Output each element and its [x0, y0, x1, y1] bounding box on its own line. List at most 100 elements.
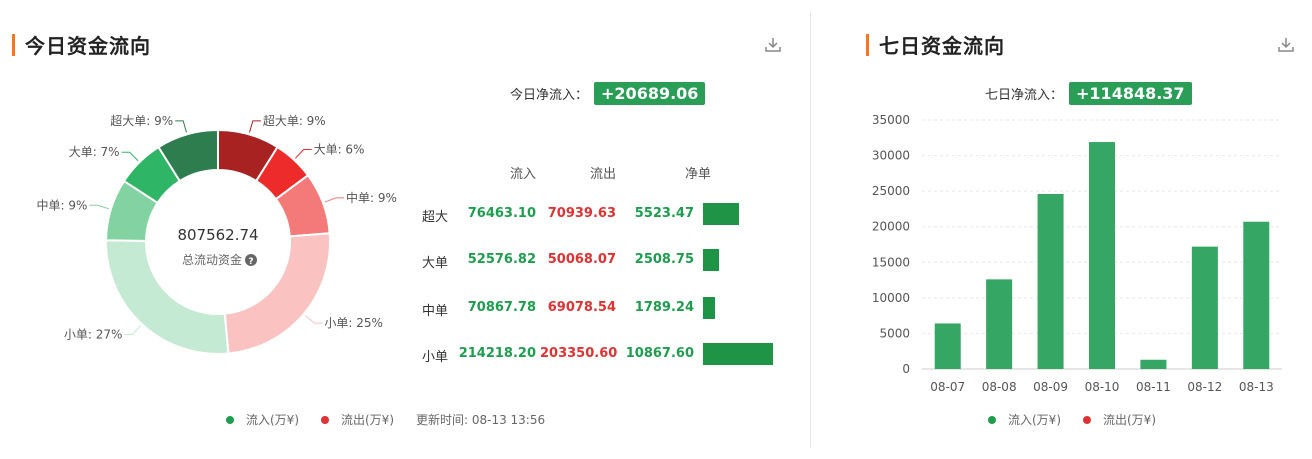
slice-label-line	[304, 315, 323, 324]
row-inflow: 52576.82	[467, 252, 536, 267]
y-tick-label: 5000	[879, 326, 910, 340]
y-tick-label: 10000	[872, 291, 910, 305]
x-tick-label: 08-09	[1033, 380, 1068, 394]
row-net: 5523.47	[634, 206, 694, 221]
header-net: 净单	[685, 167, 712, 182]
seven-day-bar-chart: 0 5000 10000 15000 20000 25000 30000 35000 08-07…	[872, 113, 1282, 394]
seven-day-title-text: 七日资金流向	[879, 34, 1005, 58]
x-tick-label: 08-11	[1136, 380, 1171, 394]
slice-label-line	[121, 151, 139, 162]
x-tick-label: 08-12	[1187, 380, 1222, 394]
legend-outflow-label: 流出(万¥)	[341, 413, 394, 427]
today-donut-chart: 超大单: 9% 大单: 6% 中单: 9% 小单: 25% 小单: 27% 中单: 9% 大…	[37, 113, 397, 355]
y-tick-label: 20000	[872, 220, 910, 234]
row-net-bar	[703, 203, 739, 225]
today-net-label: 今日净流入：	[510, 88, 589, 103]
slice-label: 中单: 9%	[346, 190, 397, 205]
help-icon[interactable]: ?	[245, 254, 257, 267]
seven-day-net-value: +114848.37	[1069, 82, 1192, 105]
outflow-dot-icon	[1083, 415, 1091, 424]
x-tick-label: 08-13	[1239, 380, 1274, 394]
slice-label-line	[124, 325, 141, 335]
row-label: 小单	[422, 350, 449, 365]
legend-outflow[interactable]: 流出(万¥)	[321, 411, 394, 428]
bar[interactable]	[1243, 221, 1270, 369]
slice-label: 超大单: 9%	[263, 113, 326, 128]
panel-divider	[810, 12, 811, 448]
bar[interactable]	[1140, 359, 1167, 369]
row-inflow: 70867.78	[467, 300, 536, 315]
download-icon[interactable]	[1277, 36, 1295, 54]
row-outflow: 70939.63	[547, 206, 616, 221]
row-label: 超大	[422, 210, 449, 225]
inflow-dot-icon	[226, 415, 234, 424]
seven-day-net-label: 七日净流入：	[985, 88, 1064, 103]
slice-label-line	[295, 149, 312, 159]
donut-slice[interactable]	[223, 232, 331, 355]
row-net-bar	[703, 249, 720, 271]
row-net: 10867.60	[625, 346, 694, 361]
svg-text:?: ?	[248, 257, 253, 267]
donut-center-value: 807562.74	[177, 226, 258, 244]
slice-label: 超大单: 9%	[110, 113, 173, 128]
inflow-dot-icon	[988, 415, 996, 424]
legend-outflow-label: 流出(万¥)	[1103, 413, 1156, 427]
title-accent-bar	[866, 33, 869, 56]
row-net-bar	[703, 297, 715, 319]
slice-label-line	[324, 197, 345, 203]
row-net: 1789.24	[634, 300, 694, 315]
slice-label: 小单: 25%	[324, 316, 383, 330]
slice-label: 大单: 7%	[69, 145, 120, 159]
y-tick-label: 25000	[872, 184, 910, 198]
y-tick-label: 35000	[872, 113, 910, 127]
row-outflow: 203350.60	[540, 346, 618, 361]
bar[interactable]	[1037, 193, 1064, 369]
y-tick-label: 0	[902, 362, 910, 376]
today-fund-flow-panel: 今日资金流向 今日净流入： +20689.06 超大单: 9% 大单: 6% 中单:…	[0, 0, 810, 459]
today-net-value: +20689.06	[594, 82, 706, 105]
update-time-text: 更新时间: 08-13 13:56	[416, 413, 546, 427]
today-legend: 流入(万¥) 流出(万¥) 更新时间: 08-13 13:56	[226, 411, 567, 428]
slice-label-line	[175, 120, 187, 133]
download-icon[interactable]	[764, 36, 782, 54]
header-outflow: 流出	[590, 167, 617, 182]
legend-outflow[interactable]: 流出(万¥)	[1083, 411, 1156, 428]
y-tick-label: 15000	[872, 255, 910, 269]
today-title: 今日资金流向	[12, 30, 151, 59]
y-tick-label: 30000	[872, 149, 910, 163]
slice-label-line	[249, 120, 261, 133]
row-net-bar	[703, 343, 773, 365]
slice-label: 中单: 9%	[37, 197, 88, 212]
legend-inflow-label: 流入(万¥)	[246, 413, 299, 427]
row-label: 大单	[422, 256, 449, 271]
slice-label: 小单: 27%	[64, 327, 123, 341]
x-tick-label: 08-07	[930, 380, 965, 394]
bar[interactable]	[986, 279, 1013, 369]
row-outflow: 69078.54	[547, 300, 616, 315]
today-title-text: 今日资金流向	[25, 34, 151, 58]
slice-label: 大单: 6%	[314, 143, 365, 157]
legend-inflow-label: 流入(万¥)	[1008, 413, 1061, 427]
bar[interactable]	[934, 323, 961, 369]
outflow-dot-icon	[321, 415, 329, 424]
seven-day-fund-flow-panel: 七日资金流向 七日净流入： +114848.37 0 5000 10000 15000…	[812, 0, 1312, 459]
seven-day-net-inflow: 七日净流入： +114848.37	[985, 82, 1192, 105]
row-inflow: 76463.10	[467, 206, 536, 221]
header-inflow: 流入	[510, 167, 537, 182]
update-time: 更新时间: 08-13 13:56	[416, 411, 545, 428]
legend-inflow[interactable]: 流入(万¥)	[988, 411, 1061, 428]
title-accent-bar	[12, 33, 15, 56]
x-tick-label: 08-10	[1085, 380, 1120, 394]
today-net-inflow: 今日净流入： +20689.06	[510, 82, 706, 105]
x-tick-label: 08-08	[982, 380, 1017, 394]
row-net: 2508.75	[634, 252, 694, 267]
legend-inflow[interactable]: 流入(万¥)	[226, 411, 299, 428]
bar[interactable]	[1089, 142, 1115, 369]
row-label: 中单	[422, 304, 449, 319]
donut-center-label: 总流动资金	[182, 252, 242, 267]
slice-label-line	[89, 204, 110, 210]
bar[interactable]	[1191, 246, 1218, 369]
seven-day-title: 七日资金流向	[866, 30, 1005, 59]
row-inflow: 214218.20	[458, 346, 536, 361]
seven-day-legend: 流入(万¥) 流出(万¥)	[988, 411, 1178, 428]
